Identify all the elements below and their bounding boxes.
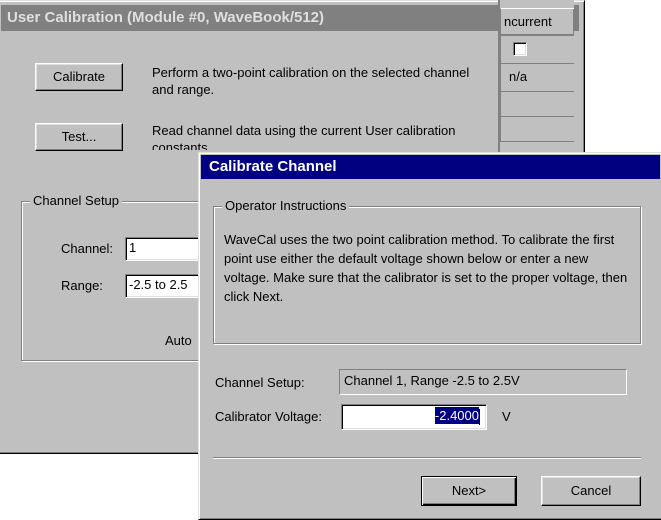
test-button-label: Test...: [61, 129, 97, 144]
calibrate-button-label: Calibrate: [52, 69, 106, 84]
next-button-label: Next>: [451, 483, 487, 498]
calibrate-button[interactable]: Calibrate: [35, 63, 123, 91]
table-header-current[interactable]: ncurrent: [500, 8, 574, 36]
channel-setup-display: Channel 1, Range -2.5 to 2.5V: [339, 369, 627, 395]
dialog-title: Calibrate Channel: [201, 155, 660, 179]
calibrator-voltage-label: Calibrator Voltage:: [215, 409, 322, 424]
channel-label: Channel:: [61, 241, 114, 256]
cancel-button[interactable]: Cancel: [541, 476, 641, 506]
channel-table: ncurrent n/a: [498, 0, 574, 160]
divider: [213, 457, 641, 459]
test-button[interactable]: Test...: [35, 123, 123, 151]
next-button[interactable]: Next>: [421, 476, 517, 506]
instructions-text: WaveCal uses the two point calibration m…: [224, 232, 628, 304]
current-checkbox[interactable]: [513, 42, 527, 56]
window-title: User Calibration (Module #0, WaveBook/51…: [1, 5, 579, 31]
calibrate-channel-dialog: Calibrate Channel Operator Instructions …: [198, 152, 661, 520]
range-label: Range:: [61, 278, 103, 293]
table-row: [500, 92, 574, 117]
range-select[interactable]: -2.5 to 2.5: [125, 274, 205, 298]
calibrator-voltage-input[interactable]: -2.4000: [341, 404, 487, 430]
auto-option-label[interactable]: Auto: [165, 333, 192, 348]
channel-select[interactable]: 1: [125, 237, 205, 261]
operator-instructions-title: Operator Instructions: [222, 198, 350, 213]
calibrator-voltage-value: -2.4000: [434, 407, 479, 424]
operator-instructions-group: Operator Instructions WaveCal uses the t…: [213, 198, 641, 344]
text-cursor: [479, 408, 480, 425]
cancel-button-label: Cancel: [570, 483, 612, 498]
table-row: [500, 117, 574, 142]
table-row: [500, 36, 574, 64]
calibrate-description: Perform a two-point calibration on the s…: [152, 65, 470, 97]
channel-setup-label: Channel Setup:: [215, 375, 305, 390]
current-value-cell: n/a: [509, 69, 528, 84]
channel-setup-title: Channel Setup: [30, 193, 123, 208]
voltage-unit: V: [502, 409, 511, 424]
test-description: Read channel data using the current User…: [152, 123, 456, 150]
table-row: n/a: [500, 64, 574, 92]
